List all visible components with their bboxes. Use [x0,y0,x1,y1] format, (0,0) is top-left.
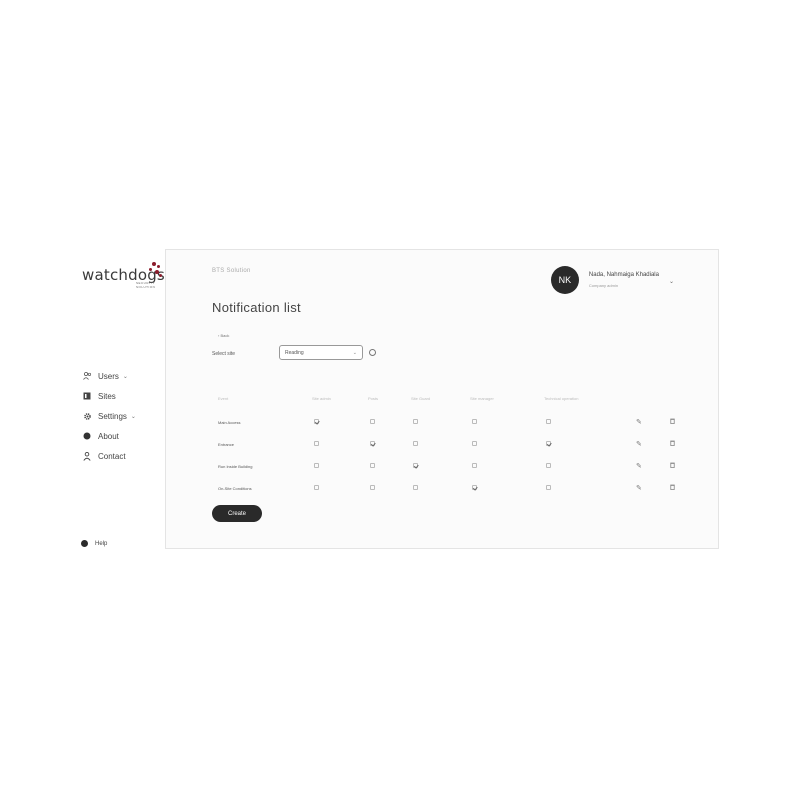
column-header: Technical operation [544,396,579,401]
sidebar-item-contact[interactable]: Contact [82,446,162,466]
column-header: Site manager [470,396,494,401]
chevron-down-icon: ⌄ [122,373,128,380]
column-header: Site Guard [411,396,431,401]
notification-checkbox[interactable] [314,441,319,446]
user-role: Company admin [588,283,619,288]
sidebar-item-label: Users [98,371,119,381]
main-panel: BTS Solution Notification list NK Nada, … [165,249,719,549]
sidebar-item-users[interactable]: Users ⌄ [82,366,162,386]
notification-checkbox[interactable] [546,485,551,490]
row-label: Entrance [218,442,235,447]
notification-checkbox[interactable] [370,419,375,424]
user-menu[interactable]: NK Nada, Nahmaiga Khadiala Company admin… [550,266,674,294]
notification-checkbox[interactable] [413,463,418,468]
chevron-down-icon: ⌄ [352,349,357,356]
site-select-value: Reading [285,349,304,356]
sidebar-item-settings[interactable]: Settings ⌄ [82,406,162,426]
sidebar-item-label: Sites [98,391,116,401]
chevron-down-icon: ⌄ [668,278,674,285]
sidebar-item-label: About [98,431,119,441]
edit-icon[interactable]: ✎ [636,462,642,470]
back-link[interactable]: ‹ Back [218,333,229,338]
sidebar-item-label: Contact [98,451,126,461]
delete-icon[interactable] [670,418,675,426]
notification-checkbox[interactable] [546,463,551,468]
row-label: Run Inside Building [218,464,253,469]
info-icon [82,431,92,441]
chevron-down-icon: ⌄ [130,413,136,420]
table-row: Run Inside Building ✎ [212,462,682,474]
back-label: Back [220,333,230,338]
edit-icon[interactable]: ✎ [636,484,642,492]
notification-checkbox[interactable] [546,441,551,446]
create-button[interactable]: Create [212,505,262,522]
notification-checkbox[interactable] [472,441,477,446]
notification-checkbox[interactable] [413,419,418,424]
delete-icon[interactable] [670,462,675,470]
help-icon [81,540,88,547]
breadcrumb[interactable]: BTS Solution [212,268,251,274]
table-row: Main Access ✎ [212,418,682,430]
edit-icon[interactable]: ✎ [636,418,642,426]
table-row: On-Site Conditions ✎ [212,484,682,496]
site-select[interactable]: Reading ⌄ [279,345,363,360]
person-icon [82,451,92,461]
users-icon [82,371,92,381]
delete-icon[interactable] [670,440,675,448]
edit-icon[interactable]: ✎ [636,440,642,448]
sidebar-item-label: Settings [98,411,127,421]
notification-checkbox[interactable] [370,463,375,468]
site-filter-label: Select site [212,351,236,357]
sidebar-nav: Users ⌄ Sites Settings ⌄ About Contact [82,366,162,466]
user-name: Nada, Nahmaiga Khadiala [588,272,659,278]
logo-subtitle: SECURITY SOLUTION [136,281,156,289]
sidebar-item-sites[interactable]: Sites [82,386,162,406]
table-row: Entrance ✎ [212,440,682,452]
help-link[interactable]: Help [81,540,107,547]
column-header: Site admin [312,396,331,401]
row-label: Main Access [218,420,241,425]
notification-checkbox[interactable] [413,485,418,490]
notification-checkbox[interactable] [413,441,418,446]
page-title: Notification list [212,300,301,315]
column-header: Event [218,396,229,401]
notification-checkbox[interactable] [370,485,375,490]
help-label: Help [95,540,108,547]
table-header: Event Site admin Posts Site Guard Site m… [212,396,682,408]
refresh-icon[interactable] [369,349,376,356]
brand-logo[interactable]: watchdogs SECURITY SOLUTION [82,262,165,289]
notification-checkbox[interactable] [314,463,319,468]
notification-checkbox[interactable] [546,419,551,424]
sidebar-item-about[interactable]: About [82,426,162,446]
logo-dots-icon [148,262,162,282]
column-header: Posts [368,396,379,401]
sites-icon [82,391,92,401]
notification-checkbox[interactable] [472,463,477,468]
avatar: NK [550,266,579,294]
notification-checkbox[interactable] [314,485,319,490]
notification-checkbox[interactable] [472,485,477,490]
delete-icon[interactable] [670,484,675,492]
row-label: On-Site Conditions [218,486,252,491]
notification-checkbox[interactable] [314,419,319,424]
notification-checkbox[interactable] [370,441,375,446]
notification-checkbox[interactable] [472,419,477,424]
gear-icon [82,411,92,421]
